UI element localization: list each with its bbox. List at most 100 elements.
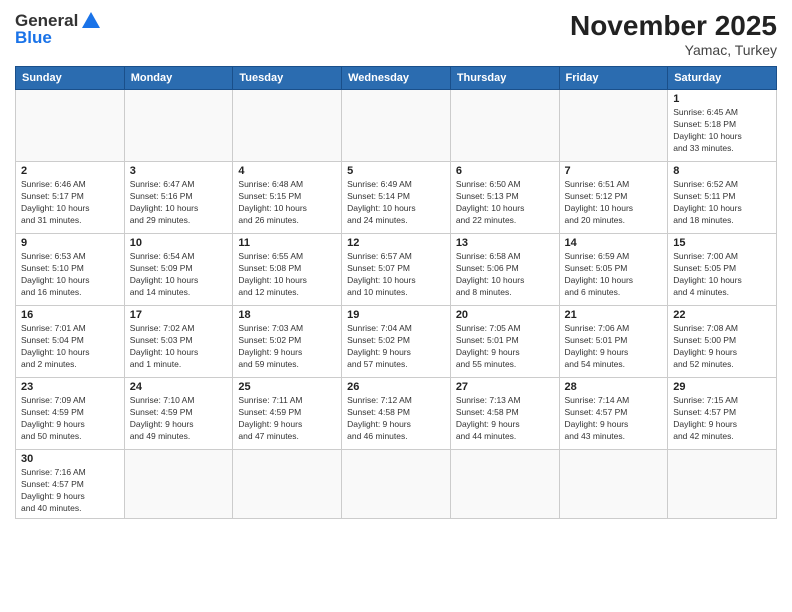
week-row-4: 16Sunrise: 7:01 AM Sunset: 5:04 PM Dayli… (16, 306, 777, 378)
day-info: Sunrise: 6:49 AM Sunset: 5:14 PM Dayligh… (347, 179, 445, 227)
day-number: 29 (673, 381, 771, 393)
calendar-cell (233, 450, 342, 519)
weekday-monday: Monday (124, 67, 233, 90)
calendar-cell: 15 Sunrise: 7:00 AM Sunset: 5:05 PM Dayli… (668, 234, 777, 306)
calendar-cell: 7Sunrise: 6:51 AM Sunset: 5:12 PM Daylig… (559, 162, 668, 234)
day-info: Sunrise: 6:47 AM Sunset: 5:16 PM Dayligh… (130, 179, 228, 227)
calendar-cell: 9 Sunrise: 6:53 AM Sunset: 5:10 PM Daylig… (16, 234, 125, 306)
day-info: Sunrise: 6:57 AM Sunset: 5:07 PM Dayligh… (347, 251, 445, 299)
calendar-cell: 29Sunrise: 7:15 AM Sunset: 4:57 PM Dayli… (668, 378, 777, 450)
day-number: 25 (238, 381, 336, 393)
calendar-cell: 18 Sunrise: 7:03 AM Sunset: 5:02 PM Dayli… (233, 306, 342, 378)
day-info: Sunrise: 7:11 AM Sunset: 4:59 PM Dayligh… (238, 395, 336, 443)
day-info: Sunrise: 7:09 AM Sunset: 4:59 PM Dayligh… (21, 395, 119, 443)
week-row-3: 9 Sunrise: 6:53 AM Sunset: 5:10 PM Daylig… (16, 234, 777, 306)
day-number: 28 (565, 381, 663, 393)
calendar-cell (450, 450, 559, 519)
day-info: Sunrise: 7:10 AM Sunset: 4:59 PM Dayligh… (130, 395, 228, 443)
day-number: 2 (21, 165, 119, 177)
calendar-cell: 5Sunrise: 6:49 AM Sunset: 5:14 PM Daylig… (342, 162, 451, 234)
day-info: Sunrise: 7:00 AM Sunset: 5:05 PM Dayligh… (673, 251, 771, 299)
page: General Blue November 2025 Yamac, Turkey… (0, 0, 792, 612)
day-number: 27 (456, 381, 554, 393)
calendar-cell: 13Sunrise: 6:58 AM Sunset: 5:06 PM Dayli… (450, 234, 559, 306)
day-number: 4 (238, 165, 336, 177)
weekday-tuesday: Tuesday (233, 67, 342, 90)
calendar-cell: 21Sunrise: 7:06 AM Sunset: 5:01 PM Dayli… (559, 306, 668, 378)
day-info: Sunrise: 6:54 AM Sunset: 5:09 PM Dayligh… (130, 251, 228, 299)
day-info: Sunrise: 7:14 AM Sunset: 4:57 PM Dayligh… (565, 395, 663, 443)
calendar-cell: 3 Sunrise: 6:47 AM Sunset: 5:16 PM Daylig… (124, 162, 233, 234)
day-number: 1 (673, 93, 771, 105)
day-number: 9 (21, 237, 119, 249)
day-info: Sunrise: 6:45 AM Sunset: 5:18 PM Dayligh… (673, 107, 771, 155)
day-number: 26 (347, 381, 445, 393)
header: General Blue November 2025 Yamac, Turkey (15, 10, 777, 58)
day-number: 24 (130, 381, 228, 393)
day-info: Sunrise: 7:04 AM Sunset: 5:02 PM Dayligh… (347, 323, 445, 371)
calendar-cell (233, 90, 342, 162)
day-info: Sunrise: 7:03 AM Sunset: 5:02 PM Dayligh… (238, 323, 336, 371)
weekday-saturday: Saturday (668, 67, 777, 90)
day-number: 8 (673, 165, 771, 177)
calendar-cell (124, 90, 233, 162)
calendar-cell: 23Sunrise: 7:09 AM Sunset: 4:59 PM Dayli… (16, 378, 125, 450)
calendar-cell (342, 90, 451, 162)
day-number: 3 (130, 165, 228, 177)
day-info: Sunrise: 6:53 AM Sunset: 5:10 PM Dayligh… (21, 251, 119, 299)
calendar-cell: 22Sunrise: 7:08 AM Sunset: 5:00 PM Dayli… (668, 306, 777, 378)
calendar-cell: 14Sunrise: 6:59 AM Sunset: 5:05 PM Dayli… (559, 234, 668, 306)
calendar-cell: 4Sunrise: 6:48 AM Sunset: 5:15 PM Daylig… (233, 162, 342, 234)
weekday-wednesday: Wednesday (342, 67, 451, 90)
day-number: 20 (456, 309, 554, 321)
logo: General Blue (15, 10, 104, 48)
calendar-cell (342, 450, 451, 519)
calendar-cell: 11Sunrise: 6:55 AM Sunset: 5:08 PM Dayli… (233, 234, 342, 306)
week-row-6: 30 Sunrise: 7:16 AM Sunset: 4:57 PM Dayli… (16, 450, 777, 519)
day-number: 10 (130, 237, 228, 249)
day-number: 17 (130, 309, 228, 321)
day-info: Sunrise: 7:05 AM Sunset: 5:01 PM Dayligh… (456, 323, 554, 371)
title-block: November 2025 Yamac, Turkey (570, 10, 777, 58)
weekday-sunday: Sunday (16, 67, 125, 90)
day-info: Sunrise: 7:13 AM Sunset: 4:58 PM Dayligh… (456, 395, 554, 443)
day-info: Sunrise: 6:50 AM Sunset: 5:13 PM Dayligh… (456, 179, 554, 227)
day-number: 22 (673, 309, 771, 321)
calendar-cell: 30 Sunrise: 7:16 AM Sunset: 4:57 PM Dayli… (16, 450, 125, 519)
calendar-cell: 17 Sunrise: 7:02 AM Sunset: 5:03 PM Dayli… (124, 306, 233, 378)
day-info: Sunrise: 6:55 AM Sunset: 5:08 PM Dayligh… (238, 251, 336, 299)
day-number: 15 (673, 237, 771, 249)
day-info: Sunrise: 7:02 AM Sunset: 5:03 PM Dayligh… (130, 323, 228, 371)
calendar-cell: 1 Sunrise: 6:45 AM Sunset: 5:18 PM Daylig… (668, 90, 777, 162)
calendar-cell: 10 Sunrise: 6:54 AM Sunset: 5:09 PM Dayli… (124, 234, 233, 306)
location: Yamac, Turkey (570, 42, 777, 58)
calendar: SundayMondayTuesdayWednesdayThursdayFrid… (15, 66, 777, 519)
calendar-cell: 19Sunrise: 7:04 AM Sunset: 5:02 PM Dayli… (342, 306, 451, 378)
day-number: 7 (565, 165, 663, 177)
calendar-cell (668, 450, 777, 519)
calendar-cell (559, 90, 668, 162)
day-number: 6 (456, 165, 554, 177)
calendar-cell: 8Sunrise: 6:52 AM Sunset: 5:11 PM Daylig… (668, 162, 777, 234)
calendar-cell: 28 Sunrise: 7:14 AM Sunset: 4:57 PM Dayli… (559, 378, 668, 450)
day-info: Sunrise: 6:58 AM Sunset: 5:06 PM Dayligh… (456, 251, 554, 299)
weekday-thursday: Thursday (450, 67, 559, 90)
week-row-1: 1 Sunrise: 6:45 AM Sunset: 5:18 PM Daylig… (16, 90, 777, 162)
calendar-cell (450, 90, 559, 162)
day-info: Sunrise: 6:46 AM Sunset: 5:17 PM Dayligh… (21, 179, 119, 227)
day-number: 12 (347, 237, 445, 249)
weekday-friday: Friday (559, 67, 668, 90)
calendar-cell (559, 450, 668, 519)
calendar-cell: 20 Sunrise: 7:05 AM Sunset: 5:01 PM Dayli… (450, 306, 559, 378)
day-info: Sunrise: 7:16 AM Sunset: 4:57 PM Dayligh… (21, 467, 119, 515)
day-number: 14 (565, 237, 663, 249)
day-info: Sunrise: 7:12 AM Sunset: 4:58 PM Dayligh… (347, 395, 445, 443)
logo-icon (80, 10, 102, 32)
calendar-cell: 24 Sunrise: 7:10 AM Sunset: 4:59 PM Dayli… (124, 378, 233, 450)
day-info: Sunrise: 7:01 AM Sunset: 5:04 PM Dayligh… (21, 323, 119, 371)
week-row-2: 2 Sunrise: 6:46 AM Sunset: 5:17 PM Daylig… (16, 162, 777, 234)
day-number: 18 (238, 309, 336, 321)
week-row-5: 23Sunrise: 7:09 AM Sunset: 4:59 PM Dayli… (16, 378, 777, 450)
day-number: 30 (21, 453, 119, 465)
calendar-cell: 27 Sunrise: 7:13 AM Sunset: 4:58 PM Dayli… (450, 378, 559, 450)
